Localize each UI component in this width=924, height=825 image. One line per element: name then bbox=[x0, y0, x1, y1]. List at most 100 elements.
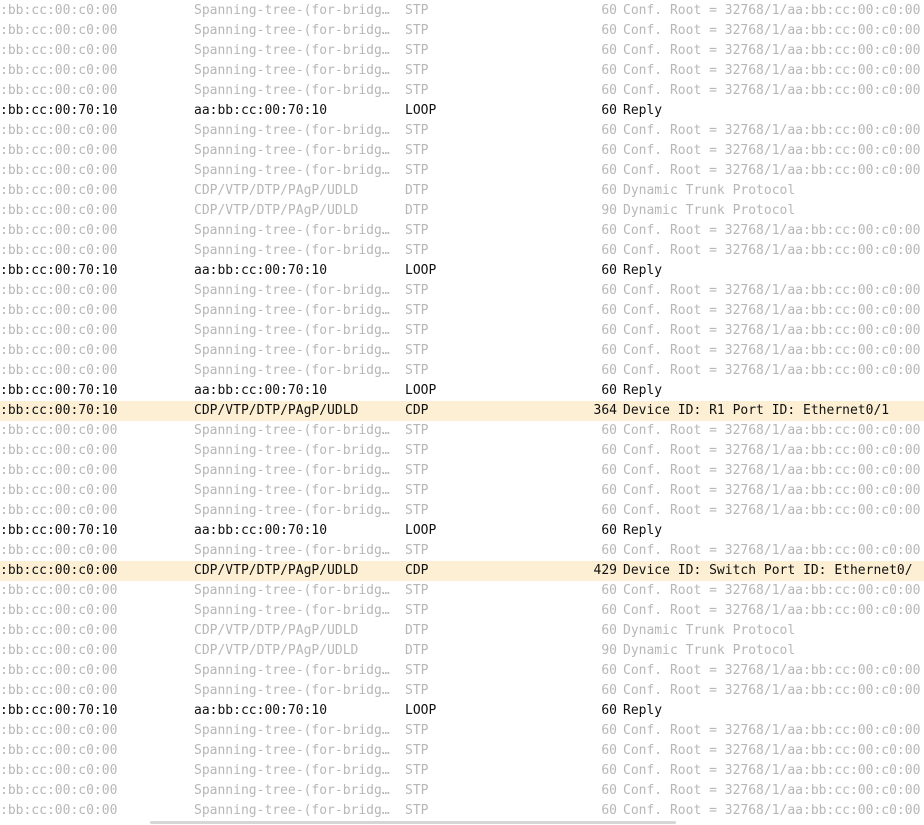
packet-row[interactable]: :bb:cc:00:c0:00 Spanning-tree-(for-bridg…… bbox=[0, 481, 924, 501]
packet-length-cell: 90 bbox=[601, 643, 617, 658]
packet-source-cell: :bb:cc:00:70:10 bbox=[0, 403, 118, 418]
packet-row[interactable]: :bb:cc:00:c0:00 Spanning-tree-(for-bridg…… bbox=[0, 161, 924, 181]
packet-destination-cell: Spanning-tree-(for-bridg… bbox=[194, 283, 390, 298]
packet-row[interactable]: :bb:cc:00:c0:00 Spanning-tree-(for-bridg…… bbox=[0, 281, 924, 301]
packet-length-cell: 60 bbox=[601, 323, 617, 338]
packet-protocol-cell: STP bbox=[405, 23, 429, 38]
packet-source-cell: :bb:cc:00:70:10 bbox=[0, 263, 118, 278]
packet-info-cell: Conf. Root = 32768/1/aa:bb:cc:00:c0:00 bbox=[623, 783, 921, 798]
packet-protocol-cell: STP bbox=[405, 783, 429, 798]
packet-row[interactable]: :bb:cc:00:70:10 aa:bb:cc:00:70:10 LOOP 60 Re… bbox=[0, 521, 924, 541]
packet-protocol-cell: CDP bbox=[405, 563, 429, 578]
packet-row[interactable]: :bb:cc:00:c0:00 Spanning-tree-(for-bridg…… bbox=[0, 301, 924, 321]
packet-info-cell: Conf. Root = 32768/1/aa:bb:cc:00:c0:00 bbox=[623, 723, 921, 738]
packet-row[interactable]: :bb:cc:00:c0:00 Spanning-tree-(for-bridg…… bbox=[0, 341, 924, 361]
packet-row[interactable]: :bb:cc:00:c0:00 Spanning-tree-(for-bridg…… bbox=[0, 541, 924, 561]
packet-row[interactable]: :bb:cc:00:c0:00 CDP/VTP/DTP/PAgP/UDLD DTP 6… bbox=[0, 621, 924, 641]
packet-length-cell: 60 bbox=[601, 763, 617, 778]
packet-length-cell: 60 bbox=[601, 303, 617, 318]
packet-row[interactable]: :bb:cc:00:c0:00 Spanning-tree-(for-bridg…… bbox=[0, 601, 924, 621]
packet-info-cell: Conf. Root = 32768/1/aa:bb:cc:00:c0:00 bbox=[623, 763, 921, 778]
packet-destination-cell: Spanning-tree-(for-bridg… bbox=[194, 583, 390, 598]
packet-length-cell: 60 bbox=[601, 103, 617, 118]
packet-destination-cell: CDP/VTP/DTP/PAgP/UDLD bbox=[194, 643, 359, 658]
packet-length-cell: 60 bbox=[601, 723, 617, 738]
horizontal-scrollbar-thumb[interactable] bbox=[150, 821, 676, 824]
packet-row[interactable]: :bb:cc:00:c0:00 Spanning-tree-(for-bridg…… bbox=[0, 801, 924, 818]
packet-row[interactable]: :bb:cc:00:70:10 aa:bb:cc:00:70:10 LOOP 60 Re… bbox=[0, 381, 924, 401]
packet-row[interactable]: :bb:cc:00:c0:00 CDP/VTP/DTP/PAgP/UDLD DTP 9… bbox=[0, 641, 924, 661]
packet-row[interactable]: :bb:cc:00:c0:00 Spanning-tree-(for-bridg…… bbox=[0, 441, 924, 461]
packet-protocol-cell: STP bbox=[405, 763, 429, 778]
packet-destination-cell: Spanning-tree-(for-bridg… bbox=[194, 243, 390, 258]
packet-info-cell: Conf. Root = 32768/1/aa:bb:cc:00:c0:00 bbox=[623, 543, 921, 558]
packet-info-cell: Reply bbox=[623, 263, 663, 278]
packet-protocol-cell: DTP bbox=[405, 643, 429, 658]
packet-row[interactable]: :bb:cc:00:c0:00 Spanning-tree-(for-bridg…… bbox=[0, 781, 924, 801]
packet-row[interactable]: :bb:cc:00:c0:00 Spanning-tree-(for-bridg…… bbox=[0, 741, 924, 761]
packet-row[interactable]: :bb:cc:00:70:10 aa:bb:cc:00:70:10 LOOP 60 Re… bbox=[0, 701, 924, 721]
packet-row[interactable]: :bb:cc:00:c0:00 Spanning-tree-(for-bridg…… bbox=[0, 141, 924, 161]
packet-destination-cell: Spanning-tree-(for-bridg… bbox=[194, 323, 390, 338]
packet-destination-cell: Spanning-tree-(for-bridg… bbox=[194, 743, 390, 758]
packet-length-cell: 60 bbox=[601, 463, 617, 478]
packet-row[interactable]: :bb:cc:00:c0:00 Spanning-tree-(for-bridg…… bbox=[0, 81, 924, 101]
packet-row[interactable]: :bb:cc:00:70:10 aa:bb:cc:00:70:10 LOOP 60 Re… bbox=[0, 101, 924, 121]
packet-destination-cell: Spanning-tree-(for-bridg… bbox=[194, 123, 390, 138]
packet-length-cell: 90 bbox=[601, 203, 617, 218]
packet-row[interactable]: :bb:cc:00:c0:00 Spanning-tree-(for-bridg…… bbox=[0, 121, 924, 141]
packet-protocol-cell: STP bbox=[405, 683, 429, 698]
packet-row[interactable]: :bb:cc:00:c0:00 Spanning-tree-(for-bridg…… bbox=[0, 21, 924, 41]
packet-length-cell: 60 bbox=[601, 263, 617, 278]
packet-info-cell: Conf. Root = 32768/1/aa:bb:cc:00:c0:00 bbox=[623, 663, 921, 678]
packet-protocol-cell: STP bbox=[405, 43, 429, 58]
packet-source-cell: :bb:cc:00:c0:00 bbox=[0, 803, 118, 818]
packet-destination-cell: Spanning-tree-(for-bridg… bbox=[194, 483, 390, 498]
packet-info-cell: Conf. Root = 32768/1/aa:bb:cc:00:c0:00 bbox=[623, 63, 921, 78]
packet-source-cell: :bb:cc:00:c0:00 bbox=[0, 503, 118, 518]
packet-row[interactable]: :bb:cc:00:c0:00 Spanning-tree-(for-bridg…… bbox=[0, 581, 924, 601]
packet-row[interactable]: :bb:cc:00:c0:00 Spanning-tree-(for-bridg…… bbox=[0, 681, 924, 701]
packet-info-cell: Conf. Root = 32768/1/aa:bb:cc:00:c0:00 bbox=[623, 803, 921, 818]
packet-row[interactable]: :bb:cc:00:c0:00 CDP/VTP/DTP/PAgP/UDLD CDP 4… bbox=[0, 561, 924, 581]
packet-info-cell: Device ID: R1 Port ID: Ethernet0/1 bbox=[623, 403, 890, 418]
packet-info-cell: Conf. Root = 32768/1/aa:bb:cc:00:c0:00 bbox=[623, 343, 921, 358]
packet-row[interactable]: :bb:cc:00:c0:00 Spanning-tree-(for-bridg…… bbox=[0, 61, 924, 81]
packet-row[interactable]: :bb:cc:00:c0:00 Spanning-tree-(for-bridg…… bbox=[0, 501, 924, 521]
packet-row[interactable]: :bb:cc:00:c0:00 Spanning-tree-(for-bridg…… bbox=[0, 661, 924, 681]
packet-row[interactable]: :bb:cc:00:c0:00 Spanning-tree-(for-bridg…… bbox=[0, 421, 924, 441]
packet-source-cell: :bb:cc:00:c0:00 bbox=[0, 583, 118, 598]
packet-row[interactable]: :bb:cc:00:70:10 aa:bb:cc:00:70:10 LOOP 60 Re… bbox=[0, 261, 924, 281]
packet-row[interactable]: :bb:cc:00:c0:00 CDP/VTP/DTP/PAgP/UDLD DTP 9… bbox=[0, 201, 924, 221]
packet-row[interactable]: :bb:cc:00:c0:00 Spanning-tree-(for-bridg…… bbox=[0, 321, 924, 341]
packet-list[interactable]: :bb:cc:00:c0:00 Spanning-tree-(for-bridg…… bbox=[0, 0, 924, 818]
packet-source-cell: :bb:cc:00:c0:00 bbox=[0, 723, 118, 738]
packet-info-cell: Conf. Root = 32768/1/aa:bb:cc:00:c0:00 bbox=[623, 3, 921, 18]
packet-info-cell: Conf. Root = 32768/1/aa:bb:cc:00:c0:00 bbox=[623, 743, 921, 758]
packet-destination-cell: Spanning-tree-(for-bridg… bbox=[194, 663, 390, 678]
packet-length-cell: 60 bbox=[601, 43, 617, 58]
horizontal-scrollbar[interactable] bbox=[0, 818, 924, 825]
packet-row[interactable]: :bb:cc:00:c0:00 Spanning-tree-(for-bridg…… bbox=[0, 221, 924, 241]
packet-protocol-cell: STP bbox=[405, 423, 429, 438]
packet-info-cell: Conf. Root = 32768/1/aa:bb:cc:00:c0:00 bbox=[623, 223, 921, 238]
packet-row[interactable]: :bb:cc:00:c0:00 CDP/VTP/DTP/PAgP/UDLD DTP 6… bbox=[0, 181, 924, 201]
packet-row[interactable]: :bb:cc:00:c0:00 Spanning-tree-(for-bridg…… bbox=[0, 361, 924, 381]
packet-row[interactable]: :bb:cc:00:70:10 CDP/VTP/DTP/PAgP/UDLD CDP 3… bbox=[0, 401, 924, 421]
packet-info-cell: Dynamic Trunk Protocol bbox=[623, 643, 796, 658]
packet-length-cell: 60 bbox=[601, 343, 617, 358]
packet-row[interactable]: :bb:cc:00:c0:00 Spanning-tree-(for-bridg…… bbox=[0, 761, 924, 781]
packet-row[interactable]: :bb:cc:00:c0:00 Spanning-tree-(for-bridg…… bbox=[0, 241, 924, 261]
packet-destination-cell: aa:bb:cc:00:70:10 bbox=[194, 523, 328, 538]
packet-length-cell: 60 bbox=[601, 3, 617, 18]
packet-row[interactable]: :bb:cc:00:c0:00 Spanning-tree-(for-bridg…… bbox=[0, 41, 924, 61]
packet-destination-cell: aa:bb:cc:00:70:10 bbox=[194, 263, 328, 278]
packet-source-cell: :bb:cc:00:c0:00 bbox=[0, 483, 118, 498]
packet-destination-cell: Spanning-tree-(for-bridg… bbox=[194, 23, 390, 38]
packet-row[interactable]: :bb:cc:00:c0:00 Spanning-tree-(for-bridg…… bbox=[0, 1, 924, 21]
packet-row[interactable]: :bb:cc:00:c0:00 Spanning-tree-(for-bridg…… bbox=[0, 721, 924, 741]
packet-length-cell: 60 bbox=[601, 443, 617, 458]
packet-row[interactable]: :bb:cc:00:c0:00 Spanning-tree-(for-bridg…… bbox=[0, 461, 924, 481]
packet-destination-cell: Spanning-tree-(for-bridg… bbox=[194, 343, 390, 358]
packet-protocol-cell: STP bbox=[405, 243, 429, 258]
